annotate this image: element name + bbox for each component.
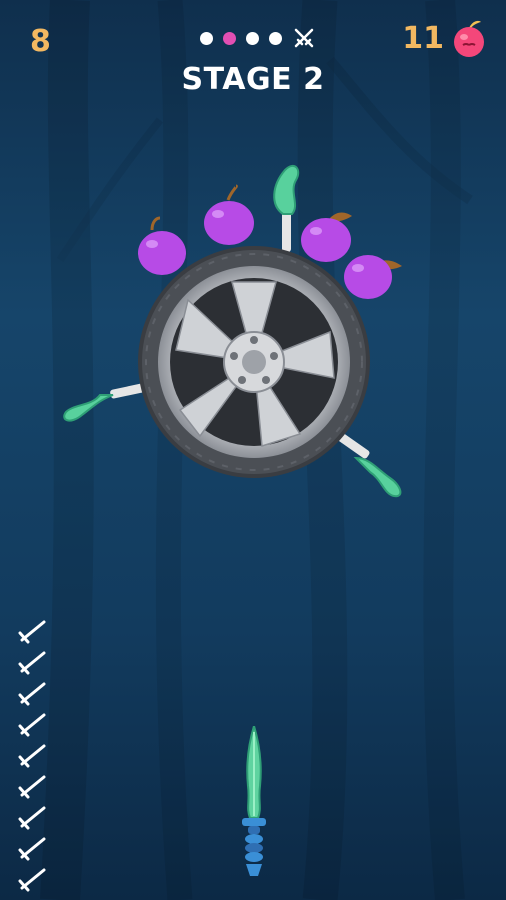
knife-remaining-icon [18, 682, 46, 706]
stuck-knife-right [335, 431, 402, 498]
knife-remaining-icon [18, 651, 46, 675]
apple-target [301, 212, 352, 262]
knife-remaining-icon [18, 868, 46, 892]
knife-remaining-icon [18, 806, 46, 830]
wheel-target [138, 246, 370, 478]
knife-remaining-icon [18, 713, 46, 737]
player-knife[interactable] [236, 726, 272, 880]
apple-target [204, 184, 254, 245]
apple-target [138, 216, 186, 275]
stuck-knife-top [273, 164, 300, 252]
knife-remaining-icon [18, 775, 46, 799]
remaining-knives-indicator [16, 618, 52, 897]
knife-remaining-icon [18, 620, 46, 644]
knife-remaining-icon [18, 837, 46, 861]
stuck-knife-left [63, 382, 151, 422]
apple-target [344, 255, 402, 299]
target-wheel-area[interactable] [0, 0, 506, 560]
knife-remaining-icon [18, 744, 46, 768]
